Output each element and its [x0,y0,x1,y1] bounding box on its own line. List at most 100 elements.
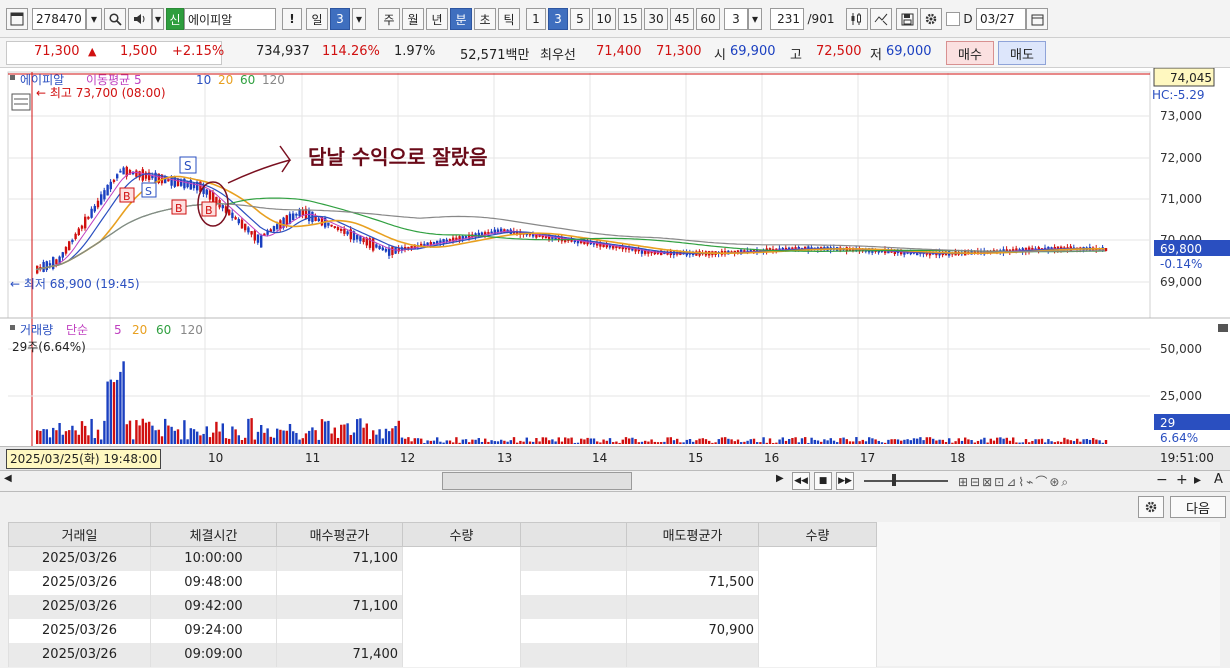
gear-icon[interactable] [920,8,942,30]
panel-gear-icon[interactable] [1138,496,1164,518]
sell-button[interactable]: 매도 [998,41,1046,65]
column-header[interactable]: 매도평균가 [626,522,759,547]
interval-60-button[interactable]: 60 [696,8,720,30]
interval-10-button[interactable]: 10 [592,8,616,30]
open-price: 69,900 [730,44,776,59]
volume-bar [234,429,237,444]
zoom-slider-thumb[interactable] [892,474,896,486]
period-num-field[interactable]: 3 [330,8,350,30]
period-second-button[interactable]: 초 [474,8,496,30]
next-button[interactable]: 다음 [1170,496,1226,518]
zoom-out-icon[interactable]: − [1156,472,1168,488]
volume-bar [320,419,324,444]
chart-area[interactable]: 73,000 72,000 71,000 70,000 69,000 74,04… [0,67,1230,446]
period-tick-button[interactable]: 틱 [498,8,520,30]
interval-45-button[interactable]: 45 [670,8,694,30]
volume-bar [704,439,708,444]
volume-bar [1082,439,1085,444]
search-icon[interactable] [104,8,126,30]
warning-button[interactable]: ! [282,8,302,30]
period-day-button[interactable]: 일 [306,8,328,30]
buy-button[interactable]: 매수 [946,41,994,65]
trade-amount: 52,571백만 [460,48,530,63]
auto-scale-icon[interactable]: A [1214,472,1223,487]
fast-forward-icon[interactable]: ▶▶ [836,472,854,490]
volume-bar [564,437,567,444]
table-toggle-icon[interactable] [11,93,31,111]
scroll-left-icon[interactable]: ◀ [4,473,20,489]
period-num-dropdown[interactable]: ▾ [352,8,366,30]
spacer-cell [520,546,627,571]
table-row[interactable]: 2025/03/26 09:48:00 71,500 [8,570,877,595]
scroll-thumb[interactable] [442,472,632,490]
stock-code-dropdown[interactable]: ▾ [86,8,102,30]
volume-bar [157,429,160,444]
price-change-pct: +2.15% [172,44,225,59]
date-input[interactable]: 03/27 [976,8,1026,30]
scroll-right-icon[interactable]: ▸ [1194,472,1201,488]
volume-bar [183,420,186,444]
window-icon[interactable] [6,8,28,30]
interval-custom-dropdown[interactable]: ▾ [748,8,762,30]
interval-30-button[interactable]: 30 [644,8,668,30]
pane-close-icon[interactable] [1218,324,1228,332]
period-minute-button[interactable]: 분 [450,8,472,30]
volume-bar [311,427,314,444]
stop-icon[interactable]: ■ [814,472,832,490]
volume-bar [228,438,231,444]
candle-body [362,238,365,243]
zoom-in-icon[interactable]: + [1176,472,1188,488]
volume-bar [292,431,295,444]
save-icon[interactable] [896,8,918,30]
volume-bar [903,439,906,444]
interval-1-button[interactable]: 1 [526,8,546,30]
table-row[interactable]: 2025/03/26 09:24:00 70,900 [8,618,877,643]
column-header[interactable]: 수량 [402,522,521,547]
table-row[interactable]: 2025/03/26 10:00:00 71,100 [8,546,877,571]
period-month-button[interactable]: 월 [402,8,424,30]
play-icon[interactable]: ▶ [776,473,790,489]
date-checkbox[interactable] [946,12,960,26]
column-header[interactable]: 거래일 [8,522,151,547]
speaker-dropdown[interactable]: ▾ [152,8,164,30]
candle-body [77,228,80,236]
table-row[interactable]: 2025/03/26 09:09:00 71,400 [8,642,877,667]
stock-code-input[interactable]: 278470 [32,8,86,30]
count-input[interactable]: 231 [770,8,804,30]
interval-3-button[interactable]: 3 [548,8,568,30]
volume-bar [362,427,365,444]
volume-bar [87,435,90,444]
column-header[interactable]: 매수평균가 [276,522,403,547]
candle-settings-icon[interactable] [846,8,868,30]
speaker-icon[interactable] [128,8,152,30]
volume-bar [167,425,170,444]
stock-name-field[interactable]: 에이피알 [184,8,276,30]
volume-bar [909,440,912,444]
drawing-tools-icons[interactable]: ⊞⊟⊠⊡⊿⌇⌁⌒⊛⌕ [958,473,1128,489]
volume-bar [372,430,375,444]
volume-bar [199,435,202,444]
chart-scrollbar[interactable]: ◀ ▶ ◀◀ ■ ▶▶ ⊞⊟⊠⊡⊿⌇⌁⌒⊛⌕ − + ▸ A [0,470,1230,492]
column-header[interactable]: 체결시간 [150,522,277,547]
interval-15-button[interactable]: 15 [618,8,642,30]
buy-signal-label: B [123,190,131,203]
column-header[interactable]: 수량 [758,522,877,547]
volume-bar [381,438,384,444]
column-header[interactable] [520,522,627,547]
interval-custom-input[interactable]: 3 [724,8,748,30]
volume-bar [807,442,810,444]
crosshair-icon[interactable] [870,8,892,30]
volume-bar [1095,439,1098,444]
zoom-slider[interactable] [864,480,948,482]
candle-body [109,181,112,190]
calendar-icon[interactable] [1026,8,1048,30]
period-week-button[interactable]: 주 [378,8,400,30]
interval-5-button[interactable]: 5 [570,8,590,30]
volume-bar [980,439,983,444]
period-year-button[interactable]: 년 [426,8,448,30]
price-volume-chart[interactable]: 73,000 72,000 71,000 70,000 69,000 74,04… [0,67,1230,446]
candle-body [90,208,93,218]
volume-bar [989,438,992,444]
rewind-icon[interactable]: ◀◀ [792,472,810,490]
table-row[interactable]: 2025/03/26 09:42:00 71,100 [8,594,877,619]
